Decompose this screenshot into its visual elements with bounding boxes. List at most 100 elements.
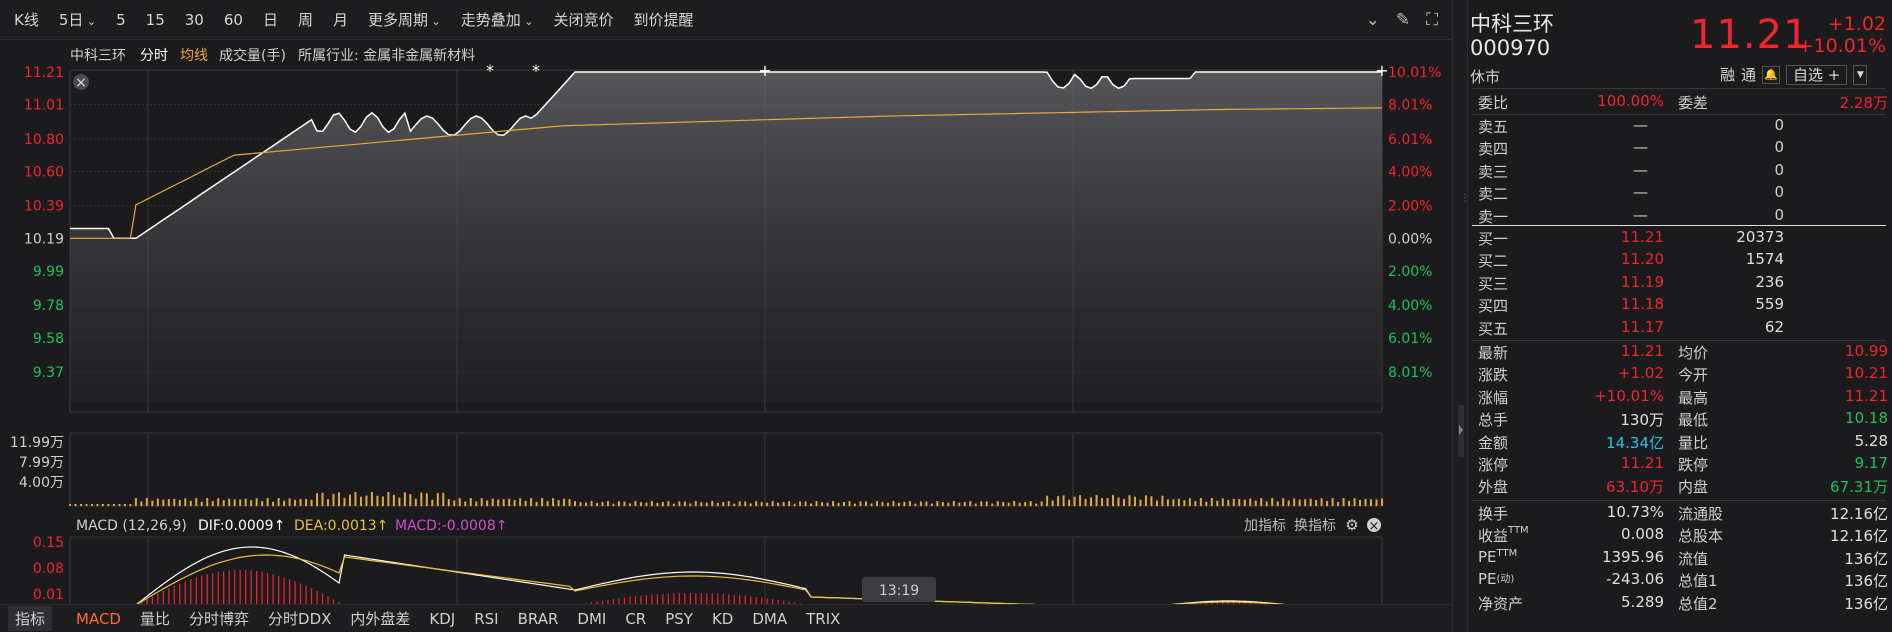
volume-bar xyxy=(711,501,714,506)
volume-bar xyxy=(892,501,895,506)
stat-label-2: 量比 xyxy=(1678,433,1709,452)
tab-指标[interactable]: 指标 xyxy=(8,606,53,631)
tong-button[interactable]: 通 xyxy=(1741,64,1756,85)
volume-bar xyxy=(864,501,867,506)
volume-bar xyxy=(837,502,840,506)
volume-bar xyxy=(563,498,566,506)
volume-bar xyxy=(134,498,137,506)
brush-icon[interactable]: ✎ xyxy=(1396,10,1410,30)
finance-row: 收益 TTM 0.008 总股本 12.16亿 xyxy=(1478,525,1888,547)
change-percent: +10.01% xyxy=(1797,35,1886,57)
volume-bar xyxy=(112,504,115,506)
volume-bar xyxy=(129,504,132,506)
period-11[interactable]: 关闭竞价 xyxy=(553,9,613,30)
tab-分时ddx[interactable]: 分时DDX xyxy=(268,608,331,629)
expand-icon[interactable]: ⛶ xyxy=(1426,10,1438,30)
price-axis-label: 9.58 xyxy=(33,331,64,347)
volume-bar xyxy=(206,498,209,506)
volume-bar xyxy=(156,498,159,506)
add-watchlist-button[interactable]: 自选 + xyxy=(1786,64,1848,85)
pct-axis-label: 8.01% xyxy=(1388,365,1432,381)
tab-rsi[interactable]: RSI xyxy=(474,610,498,628)
tab-分时博弈[interactable]: 分时博弈 xyxy=(189,608,249,629)
tab-cr[interactable]: CR xyxy=(625,610,646,628)
legend-industry: 所属行业: 金属非金属新材料 xyxy=(298,48,475,64)
volume-bar xyxy=(1024,502,1027,506)
quote-tools: 融 通 🔔 自选 + ▼ xyxy=(1720,64,1868,85)
period-5[interactable]: 60 xyxy=(224,11,243,29)
buy-volume: 559 xyxy=(1755,295,1784,314)
tab-dmi[interactable]: DMI xyxy=(577,610,606,628)
period-8[interactable]: 月 xyxy=(333,9,348,30)
chevron-circle-down-icon[interactable]: ⌄ xyxy=(1366,10,1380,30)
volume-bar xyxy=(1232,498,1235,506)
volume-bar xyxy=(233,499,236,506)
fin-value: -243.06 xyxy=(1606,570,1664,589)
volume-bar xyxy=(1381,498,1383,506)
period-0[interactable]: K线 xyxy=(14,9,39,30)
stat-value-2: 5.28 xyxy=(1854,431,1888,450)
tab-trix[interactable]: TRIX xyxy=(806,610,840,628)
period-3[interactable]: 15 xyxy=(146,11,165,29)
panel-splitter[interactable]: ⋮ xyxy=(1452,0,1470,632)
volume-bar xyxy=(535,501,538,506)
volume-bar xyxy=(552,498,555,506)
cursor-time-label: 13:19 xyxy=(879,583,919,599)
stat-row: 总手 130万 最低 10.18 xyxy=(1478,409,1888,431)
volume-bar xyxy=(738,501,741,506)
tab-内外盘差[interactable]: 内外盘差 xyxy=(350,608,410,629)
tab-kd[interactable]: KD xyxy=(712,610,733,628)
fin-label: 收益 TTM xyxy=(1478,525,1529,546)
volume-bar xyxy=(530,498,533,506)
volume-bar xyxy=(1040,501,1043,506)
tab-brar[interactable]: BRAR xyxy=(518,610,559,628)
volume-bar xyxy=(634,501,637,506)
volume-bar xyxy=(1293,498,1296,506)
period-1[interactable]: 5日 xyxy=(59,9,96,30)
tab-dma[interactable]: DMA xyxy=(752,610,787,628)
volume-bar xyxy=(1243,499,1246,506)
volume-bar xyxy=(788,501,791,506)
period-9[interactable]: 更多周期 xyxy=(368,9,441,30)
fin-label-2: 总股本 xyxy=(1678,527,1724,546)
period-6[interactable]: 日 xyxy=(263,9,278,30)
period-12[interactable]: 到价提醒 xyxy=(633,9,693,30)
volume-bar xyxy=(486,500,489,506)
buy-label: 买一 xyxy=(1478,230,1509,248)
macd-title: MACD (12,26,9) xyxy=(76,518,187,534)
sell-label: 卖二 xyxy=(1478,185,1509,204)
dropdown-arrow-icon[interactable]: ▼ xyxy=(1853,64,1868,85)
period-2[interactable]: 5 xyxy=(116,11,126,29)
volume-bar xyxy=(305,499,308,506)
volume-bar xyxy=(491,498,494,506)
bell-icon[interactable]: 🔔 xyxy=(1762,65,1781,84)
volume-bar xyxy=(1205,501,1208,506)
volume-bar xyxy=(508,498,511,506)
tab-量比[interactable]: 量比 xyxy=(140,608,170,629)
fin-label-2: 总值2 xyxy=(1678,594,1718,613)
volume-bar xyxy=(1194,501,1197,506)
volume-bar xyxy=(1057,496,1060,506)
weicha-value: 2.28万 xyxy=(1839,94,1888,112)
period-7[interactable]: 周 xyxy=(298,9,313,30)
fin-label-2: 流值 xyxy=(1678,549,1709,568)
period-4[interactable]: 30 xyxy=(185,11,204,29)
volume-bar xyxy=(1282,498,1285,506)
price-axis-label: 10.80 xyxy=(24,132,64,148)
volume-bar xyxy=(963,502,966,506)
volume-bar xyxy=(442,492,445,506)
buy-label: 买三 xyxy=(1478,274,1509,293)
timeshare-chart[interactable]: 11.21 10.01% 11.01 8.01% 10.80 6.01% 10.60 4.00… xyxy=(0,40,1452,604)
period-10[interactable]: 走势叠加 xyxy=(461,9,534,30)
collapse-arrow-icon[interactable] xyxy=(1458,405,1464,457)
volume-bar xyxy=(875,501,878,506)
rong-button[interactable]: 融 xyxy=(1720,64,1735,85)
volume-bar xyxy=(749,503,752,506)
tab-kdj[interactable]: KDJ xyxy=(429,610,455,628)
tab-macd[interactable]: MACD xyxy=(76,610,121,628)
volume-bar xyxy=(661,501,664,506)
volume-axis-label: 11.99万 xyxy=(10,435,64,451)
volume-bar xyxy=(1326,500,1329,506)
volume-bar xyxy=(936,501,939,506)
tab-psy[interactable]: PSY xyxy=(665,610,693,628)
